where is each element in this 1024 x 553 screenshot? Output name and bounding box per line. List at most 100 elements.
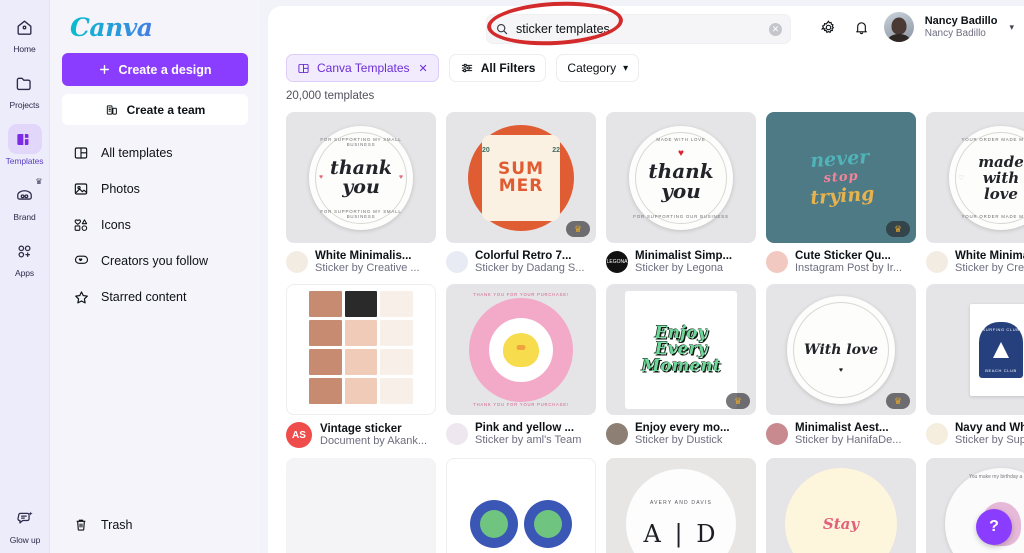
template-card[interactable]: AS Vintage sticker Document by Akank... <box>286 284 436 448</box>
template-thumbnail[interactable]: Enjoy Every Moment ♛ <box>606 284 756 415</box>
template-thumbnail[interactable]: YOUR ORDER MADE MY DAY made with love YO… <box>926 112 1024 243</box>
navy-arc-bottom: BEACH CLUB <box>985 367 1017 373</box>
template-card[interactable]: 20 22 SUM MER ♛ Colorful Retro 7... Stic… <box>446 112 596 274</box>
sidebar-item-all-templates[interactable]: All templates <box>62 135 248 171</box>
sticker-arc-bottom: THANK YOU FOR YOUR PURCHASE! <box>473 402 569 407</box>
template-thumbnail[interactable] <box>446 458 596 553</box>
author-avatar <box>766 423 788 445</box>
chevron-down-icon[interactable]: ▾ <box>1009 22 1014 33</box>
sidebar-item-photos[interactable]: Photos <box>62 171 248 207</box>
template-thumbnail[interactable]: FOR SUPPORTING MY SMALL BUSINESS thank y… <box>286 112 436 243</box>
sticker-art-never-stop-trying: never stop trying <box>807 146 875 209</box>
navy-arc-top: SURFING CLUB <box>982 326 1020 332</box>
sidebar-item-trash[interactable]: Trash <box>62 507 248 543</box>
birthday-arc-top: You make my birthday a sp... <box>968 474 1024 480</box>
trash-row-inner[interactable]: Trash <box>62 507 248 543</box>
sticker-art-with-love: With love ♥ <box>787 295 895 404</box>
template-card[interactable]: SURFING CLUB BEACH CLUB ♛ Navy and White… <box>926 284 1024 448</box>
user-info[interactable]: Nancy Badillo Nancy Badillo <box>925 15 998 40</box>
help-button[interactable]: ? <box>976 509 1012 545</box>
template-card[interactable]: Enjoy Every Moment ♛ Enjoy every mo... S… <box>606 284 756 448</box>
template-card[interactable]: You make my birthday a sp... <box>926 458 1024 553</box>
apps-icon <box>8 236 42 266</box>
template-card[interactable]: Stay <box>766 458 916 553</box>
result-count: 20,000 templates <box>286 90 375 102</box>
avatar[interactable] <box>883 12 914 42</box>
close-icon[interactable]: ✕ <box>419 62 428 75</box>
filter-chip-label: Canva Templates <box>317 61 410 75</box>
heart-icon: ♡ <box>958 174 965 182</box>
template-card[interactable] <box>446 458 596 553</box>
template-card[interactable]: FOR SUPPORTING MY SMALL BUSINESS thank y… <box>286 112 436 274</box>
author-avatar: LEGONA <box>606 251 628 273</box>
template-thumbnail[interactable]: You make my birthday a sp... <box>926 458 1024 553</box>
sidebar-item-creators-you-follow[interactable]: Creators you follow <box>62 243 248 279</box>
template-card[interactable] <box>286 458 436 553</box>
main-area: ✕ <box>260 0 1024 553</box>
avery-arc-top: AVERY AND DAVIS <box>649 499 713 506</box>
filter-row: Canva Templates ✕ All Filters Category ▾ <box>268 52 1024 82</box>
create-a-team-button[interactable]: Create a team <box>62 94 248 125</box>
sidebar-item-starred-content[interactable]: Starred content <box>62 279 248 315</box>
all-filters-button[interactable]: All Filters <box>448 54 547 82</box>
rail-item-home[interactable]: Home <box>0 12 50 54</box>
template-title: Navy and White,... <box>955 422 1024 434</box>
template-card[interactable]: YOUR ORDER MADE MY DAY made with love YO… <box>926 112 1024 274</box>
bell-icon[interactable] <box>851 16 873 38</box>
category-dropdown[interactable]: Category ▾ <box>556 54 640 82</box>
rail-item-projects[interactable]: Projects <box>0 68 50 110</box>
top-actions: Nancy Badillo Nancy Badillo ▾ <box>818 12 1014 42</box>
template-thumbnail[interactable]: never stop trying ♛ <box>766 112 916 243</box>
rail-label-apps: Apps <box>15 268 34 278</box>
template-thumbnail[interactable] <box>286 284 436 415</box>
template-subtitle: Sticker by HanifaDe... <box>795 434 902 446</box>
search-input[interactable] <box>516 22 762 36</box>
sticker-arc-bottom: YOUR ORDER MADE MY DAY <box>961 213 1024 219</box>
heart-icon: ♥ <box>838 366 844 374</box>
rail-item-brand[interactable]: ♛ Brand <box>0 178 50 223</box>
content-panel: ✕ <box>268 6 1024 553</box>
template-subtitle: Sticker by Superbia ... <box>955 434 1024 446</box>
never-line3: trying <box>809 182 876 210</box>
rail-item-apps[interactable]: Apps <box>0 236 50 278</box>
gear-icon[interactable] <box>818 16 840 38</box>
template-thumbnail[interactable] <box>286 458 436 553</box>
template-thumbnail[interactable]: With love ♥ ♛ <box>766 284 916 415</box>
home-icon <box>8 12 42 42</box>
template-thumbnail[interactable]: AVERY AND DAVIS A | D <box>606 458 756 553</box>
template-thumbnail[interactable]: THANK YOU FOR YOUR PURCHASE! THANK YOU F… <box>446 284 596 415</box>
heart-tag-icon <box>72 252 90 270</box>
sticker-art-moodboard <box>305 287 417 412</box>
template-meta: Colorful Retro 7... Sticker by Dadang S.… <box>446 250 596 274</box>
filter-chip-canva-templates[interactable]: Canva Templates ✕ <box>286 54 439 82</box>
template-card[interactable]: never stop trying ♛ Cute Sticker Qu... I… <box>766 112 916 274</box>
template-thumbnail[interactable]: SURFING CLUB BEACH CLUB ♛ <box>926 284 1024 415</box>
template-card[interactable]: With love ♥ ♛ Minimalist Aest... Sticker… <box>766 284 916 448</box>
photo-icon <box>72 180 90 198</box>
author-avatar <box>766 251 788 273</box>
canva-app: Home Projects Templates ♛ Brand Apps Glo… <box>0 0 1024 553</box>
template-meta: Pink and yellow ... Sticker by aml's Tea… <box>446 422 596 446</box>
template-card[interactable]: AVERY AND DAVIS A | D <box>606 458 756 553</box>
glow-up-icon <box>8 503 42 533</box>
rail-item-templates[interactable]: Templates <box>0 124 50 166</box>
template-title: Minimalist Aest... <box>795 422 889 434</box>
template-meta: AS Vintage sticker Document by Akank... <box>286 422 436 448</box>
template-card[interactable]: THANK YOU FOR YOUR PURCHASE! THANK YOU F… <box>446 284 596 448</box>
heart-icon: ♥ <box>678 147 684 159</box>
canva-logo[interactable]: Canva <box>62 10 248 42</box>
template-title: Colorful Retro 7... <box>475 250 572 262</box>
rail-item-glow-up[interactable]: Glow up <box>0 503 50 545</box>
create-a-design-button[interactable]: Create a design <box>62 53 248 86</box>
template-thumbnail[interactable]: 20 22 SUM MER ♛ <box>446 112 596 243</box>
template-thumbnail[interactable]: MADE WITH LOVE ♥ thank you FOR SUPPORTIN… <box>606 112 756 243</box>
search-bar[interactable]: ✕ <box>486 14 791 44</box>
never-line1: never <box>809 146 870 173</box>
template-thumbnail[interactable]: Stay <box>766 458 916 553</box>
clear-search-icon[interactable]: ✕ <box>769 22 782 36</box>
template-meta: Navy and White,... Sticker by Superbia .… <box>926 422 1024 446</box>
sidebar-item-icons[interactable]: Icons <box>62 207 248 243</box>
template-title: Minimalist Simp... <box>635 250 733 262</box>
template-card[interactable]: MADE WITH LOVE ♥ thank you FOR SUPPORTIN… <box>606 112 756 274</box>
sticker-art-made-with-love: YOUR ORDER MADE MY DAY made with love YO… <box>949 125 1024 230</box>
